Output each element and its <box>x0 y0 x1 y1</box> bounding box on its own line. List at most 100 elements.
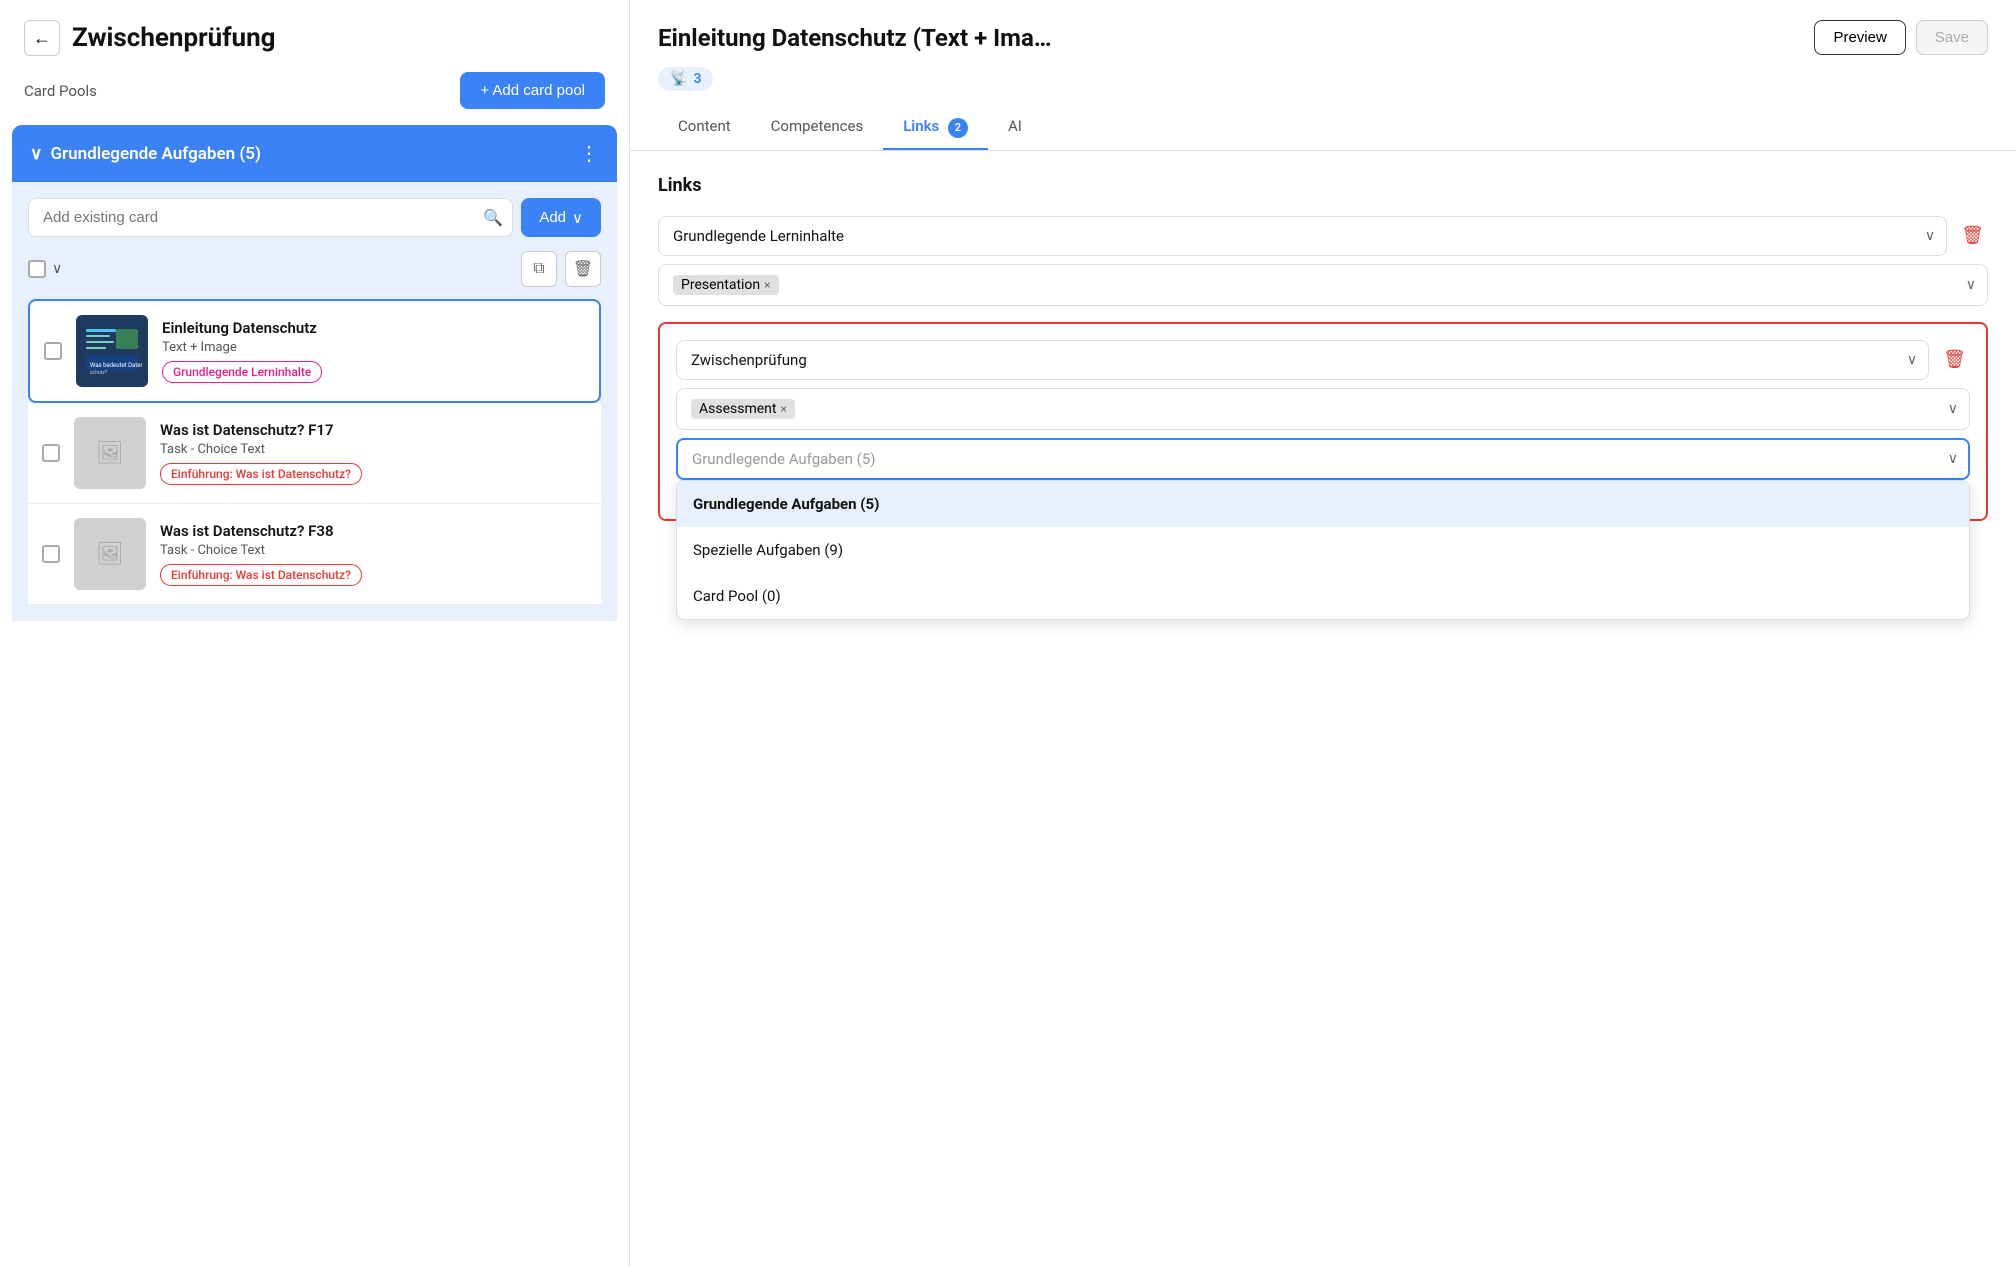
link-group1-select2[interactable]: Presentation × <box>658 264 1988 306</box>
card-checkbox[interactable] <box>44 342 62 360</box>
bulk-delete-button[interactable]: 🗑 <box>565 251 601 287</box>
table-row[interactable]: 🖼 Was ist Datenschutz? F38 Task - Choice… <box>28 504 601 605</box>
tab-content[interactable]: Content <box>658 107 751 150</box>
tabs-row: Content Competences Links 2 AI <box>658 107 1988 150</box>
right-content: Links Grundlegende Lerninhalte ∨ 🗑 Prese… <box>630 151 2016 1266</box>
right-header-top: Einleitung Datenschutz (Text + Ima… Prev… <box>658 20 1988 55</box>
badge-count: 3 <box>693 71 701 87</box>
card-name: Was ist Datenschutz? F17 <box>160 421 587 439</box>
pool-content: 🔍 Add ∨ ∨ ⧉ 🗑 <box>12 182 617 621</box>
card-thumbnail: 🖼 <box>74 518 146 590</box>
bulk-checkbox[interactable] <box>28 260 46 278</box>
bulk-row: ∨ ⧉ 🗑 <box>28 251 601 287</box>
card-pools-label: Card Pools <box>24 82 97 100</box>
link-group-1-row1: Grundlegende Lerninhalte ∨ 🗑 <box>658 216 1988 256</box>
pool-name-label: Grundlegende Aufgaben (5) <box>50 144 260 164</box>
card-thumb-image: Was bedeutet Daten- schutz? <box>76 315 148 387</box>
search-input-wrap: 🔍 <box>28 198 513 237</box>
add-label: Add <box>539 209 566 226</box>
card-checkbox[interactable] <box>42 545 60 563</box>
wifi-icon: 📡 <box>670 71 687 87</box>
right-panel: Einleitung Datenschutz (Text + Ima… Prev… <box>630 0 2016 1266</box>
link-group-2-section: Zwischenprüfung ∨ 🗑 Assessment × ∨ <box>658 322 1988 521</box>
link-group1-select1[interactable]: Grundlegende Lerninhalte <box>658 216 1947 256</box>
tab-competences[interactable]: Competences <box>751 107 884 150</box>
right-header: Einleitung Datenschutz (Text + Ima… Prev… <box>630 0 2016 151</box>
wifi-badge: 📡 3 <box>658 67 713 91</box>
add-button[interactable]: Add ∨ <box>521 198 601 237</box>
card-name: Einleitung Datenschutz <box>162 319 585 337</box>
tab-links[interactable]: Links 2 <box>883 107 988 150</box>
list-item[interactable]: Card Pool (0) <box>677 573 1969 619</box>
pool-menu-button[interactable]: ⋮ <box>579 141 599 166</box>
pool-title: ∨ Grundlegende Aufgaben (5) <box>30 144 261 164</box>
card-type: Task - Choice Text <box>160 543 587 558</box>
tag-chip: Presentation × <box>673 275 779 295</box>
back-button[interactable]: ← <box>24 20 60 56</box>
svg-text:schutz?: schutz? <box>90 370 108 376</box>
card-tag: Einführung: Was ist Datenschutz? <box>160 564 362 586</box>
card-type: Text + Image <box>162 340 585 355</box>
card-info: Was ist Datenschutz? F38 Task - Choice T… <box>160 522 587 586</box>
tab-links-badge: 2 <box>948 118 968 138</box>
pool-chevron-icon[interactable]: ∨ <box>30 144 42 164</box>
card-tag: Grundlegende Lerninhalte <box>162 361 322 383</box>
bulk-copy-button[interactable]: ⧉ <box>521 251 557 287</box>
link-group-1-row2: Presentation × ∨ <box>658 264 1988 306</box>
page-title: Zwischenprüfung <box>72 23 276 53</box>
add-chevron-icon: ∨ <box>572 209 583 227</box>
checkbox-chevron-group: ∨ <box>28 260 62 278</box>
link-group-2-row3: Grundlegende Aufgaben (5) ∨ Grundlegende… <box>676 438 1970 480</box>
save-button[interactable]: Save <box>1916 20 1988 55</box>
card-thumbnail: Was bedeutet Daten- schutz? <box>76 315 148 387</box>
card-tag: Einführung: Was ist Datenschutz? <box>160 463 362 485</box>
preview-button[interactable]: Preview <box>1814 20 1905 55</box>
link-group2-select2[interactable]: Assessment × <box>676 388 1970 430</box>
table-row[interactable]: 🖼 Was ist Datenschutz? F17 Task - Choice… <box>28 403 601 504</box>
tag-chip-remove-icon[interactable]: × <box>780 402 786 416</box>
select-wrap: Presentation × ∨ <box>658 264 1988 306</box>
list-item[interactable]: Grundlegende Aufgaben (5) <box>677 481 1969 527</box>
search-input[interactable] <box>28 198 513 237</box>
svg-text:Was bedeutet Daten-: Was bedeutet Daten- <box>90 362 142 369</box>
left-panel: ← Zwischenprüfung Card Pools + Add card … <box>0 0 630 1266</box>
link-group2-select1[interactable]: Zwischenprüfung <box>676 340 1929 380</box>
select-wrap: Assessment × ∨ <box>676 388 1970 430</box>
tab-ai[interactable]: AI <box>988 107 1042 150</box>
card-name: Was ist Datenschutz? F38 <box>160 522 587 540</box>
card-pools-bar: Card Pools + Add card pool <box>0 72 629 125</box>
dropdown-container: Grundlegende Aufgaben (5) ∨ Grundlegende… <box>676 438 1970 480</box>
tag-chip: Assessment × <box>691 399 795 419</box>
dropdown-menu: Grundlegende Aufgaben (5) Spezielle Aufg… <box>676 480 1970 620</box>
card-thumbnail: 🖼 <box>74 417 146 489</box>
cards-list: Was bedeutet Daten- schutz? Einleitung D… <box>28 299 601 605</box>
search-row: 🔍 Add ∨ <box>28 198 601 237</box>
card-thumb-placeholder: 🖼 <box>74 417 146 489</box>
card-checkbox[interactable] <box>42 444 60 462</box>
link-group-2-row2: Assessment × ∨ <box>676 388 1970 430</box>
card-info: Was ist Datenschutz? F17 Task - Choice T… <box>160 421 587 485</box>
link-group-1: Grundlegende Lerninhalte ∨ 🗑 Presentatio… <box>658 216 1988 306</box>
link-group-2-row1: Zwischenprüfung ∨ 🗑 <box>676 340 1970 380</box>
select-wrap: Grundlegende Lerninhalte ∨ <box>658 216 1947 256</box>
bulk-chevron-icon[interactable]: ∨ <box>52 261 62 277</box>
tag-chip-remove-icon[interactable]: × <box>764 278 770 292</box>
card-info: Einleitung Datenschutz Text + Image Grun… <box>162 319 585 383</box>
left-header: ← Zwischenprüfung <box>0 0 629 72</box>
search-icon[interactable]: 🔍 <box>483 208 503 228</box>
card-thumb-placeholder: 🖼 <box>74 518 146 590</box>
pool-section: ∨ Grundlegende Aufgaben (5) ⋮ <box>12 125 617 182</box>
table-row[interactable]: Was bedeutet Daten- schutz? Einleitung D… <box>28 299 601 403</box>
delete-link-group2-button[interactable]: 🗑 <box>1939 345 1970 374</box>
header-actions: Preview Save <box>1814 20 1988 55</box>
links-section-title: Links <box>658 175 1988 196</box>
card-title: Einleitung Datenschutz (Text + Ima… <box>658 24 1052 52</box>
add-card-pool-button[interactable]: + Add card pool <box>460 72 605 109</box>
select-wrap: Zwischenprüfung ∨ <box>676 340 1929 380</box>
bulk-actions: ⧉ 🗑 <box>521 251 601 287</box>
delete-link-group1-button[interactable]: 🗑 <box>1957 221 1988 250</box>
link-group2-select3[interactable]: Grundlegende Aufgaben (5) <box>676 438 1970 480</box>
badge-row: 📡 3 <box>658 67 1988 91</box>
card-type: Task - Choice Text <box>160 442 587 457</box>
list-item[interactable]: Spezielle Aufgaben (9) <box>677 527 1969 573</box>
